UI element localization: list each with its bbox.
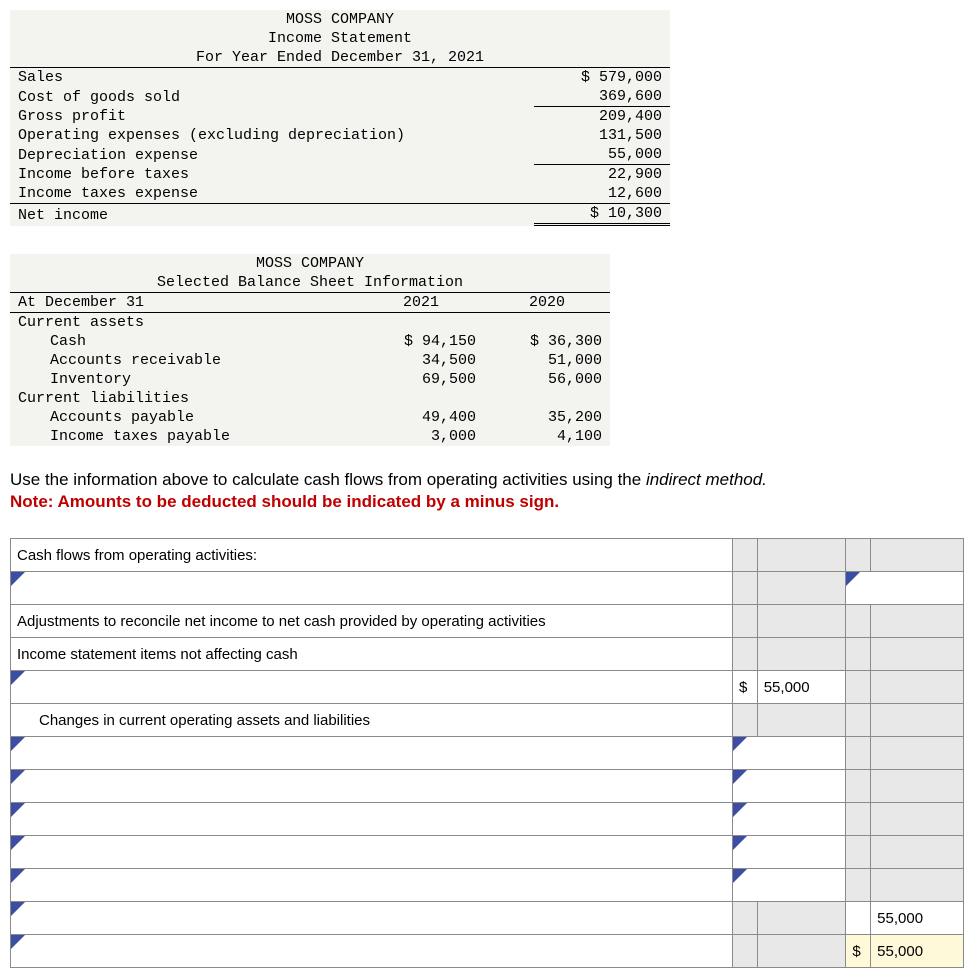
is-ni-val: $ 10,300 — [534, 204, 670, 225]
worksheet-table: Cash flows from operating activities: Ad… — [10, 538, 964, 968]
is-sales-label: Sales — [10, 68, 534, 88]
bs-ar-21: 34,500 — [358, 351, 484, 370]
is-ni-label: Net income — [10, 204, 534, 225]
is-cogs-label: Cost of goods sold — [10, 87, 534, 107]
ws-r1-c4 — [846, 539, 871, 572]
bs-inv-21: 69,500 — [358, 370, 484, 389]
ws-r10-desc-select[interactable] — [11, 836, 733, 869]
ws-r9-desc-select[interactable] — [11, 803, 733, 836]
bs-col-date: At December 31 — [10, 293, 358, 313]
is-ibt-val: 22,900 — [534, 165, 670, 185]
ws-r7-desc-select[interactable] — [11, 737, 733, 770]
bs-cash-21: $ 94,150 — [358, 332, 484, 351]
ws-r8-desc-select[interactable] — [11, 770, 733, 803]
ws-r11-desc-select[interactable] — [11, 869, 733, 902]
bs-itp-20: 4,100 — [484, 427, 610, 446]
income-statement-table: MOSS COMPANY Income Statement For Year E… — [10, 10, 670, 226]
is-sales-val: $ 579,000 — [534, 68, 670, 88]
ws-r12-sym — [846, 902, 871, 935]
ws-r5-val[interactable]: 55,000 — [757, 671, 846, 704]
ws-r1-c3 — [757, 539, 846, 572]
is-itx-label: Income taxes expense — [10, 184, 534, 204]
is-dep-val: 55,000 — [534, 145, 670, 165]
ws-r7-amt-select[interactable] — [732, 737, 845, 770]
ws-changes-label: Changes in current operating assets and … — [11, 704, 733, 737]
ws-r2-amt-select[interactable] — [846, 572, 964, 605]
bs-inv-label: Inventory — [10, 370, 358, 389]
ws-r5-sym: $ — [732, 671, 757, 704]
ws-r1-c5 — [871, 539, 964, 572]
bs-ap-21: 49,400 — [358, 408, 484, 427]
bs-itp-label: Income taxes payable — [10, 427, 358, 446]
instruction-part-a: Use the information above to calculate c… — [10, 470, 646, 489]
ws-r13-val: 55,000 — [871, 935, 964, 968]
is-title: Income Statement — [10, 29, 670, 48]
is-opex-val: 131,500 — [534, 126, 670, 145]
is-opex-label: Operating expenses (excluding depreciati… — [10, 126, 534, 145]
is-gp-val: 209,400 — [534, 107, 670, 127]
ws-r9-amt-select[interactable] — [732, 803, 845, 836]
bs-title: Selected Balance Sheet Information — [10, 273, 610, 293]
ws-r2-c2 — [732, 572, 757, 605]
ws-r12-desc-select[interactable] — [11, 902, 733, 935]
ws-r2-desc-select[interactable] — [11, 572, 733, 605]
is-dep-label: Depreciation expense — [10, 145, 534, 165]
ws-noncash-label: Income statement items not affecting cas… — [11, 638, 733, 671]
ws-r11-amt-select[interactable] — [732, 869, 845, 902]
instruction-part-b: indirect method. — [646, 470, 767, 489]
bs-ap-20: 35,200 — [484, 408, 610, 427]
ws-adjustments-label: Adjustments to reconcile net income to n… — [11, 605, 733, 638]
bs-cash-20: $ 36,300 — [484, 332, 610, 351]
is-company: MOSS COMPANY — [10, 10, 670, 29]
bs-company: MOSS COMPANY — [10, 254, 610, 273]
bs-cash-label: Cash — [10, 332, 358, 351]
bs-itp-21: 3,000 — [358, 427, 484, 446]
is-gp-label: Gross profit — [10, 107, 534, 127]
ws-r2-c3 — [757, 572, 846, 605]
bs-ar-20: 51,000 — [484, 351, 610, 370]
is-period: For Year Ended December 31, 2021 — [10, 48, 670, 68]
instruction-warning: Note: Amounts to be deducted should be i… — [10, 492, 964, 512]
bs-inv-20: 56,000 — [484, 370, 610, 389]
ws-r5-desc-select[interactable] — [11, 671, 733, 704]
ws-r13-desc-select[interactable] — [11, 935, 733, 968]
is-cogs-val: 369,600 — [534, 87, 670, 107]
instruction-text: Use the information above to calculate c… — [10, 470, 964, 490]
bs-col-2020: 2020 — [484, 293, 610, 313]
ws-r12-val: 55,000 — [871, 902, 964, 935]
ws-r1-c2 — [732, 539, 757, 572]
ws-r13-sym: $ — [846, 935, 871, 968]
bs-sec-cl: Current liabilities — [10, 389, 358, 408]
bs-ar-label: Accounts receivable — [10, 351, 358, 370]
bs-sec-ca: Current assets — [10, 313, 358, 333]
is-itx-val: 12,600 — [534, 184, 670, 204]
ws-heading: Cash flows from operating activities: — [11, 539, 733, 572]
bs-col-2021: 2021 — [358, 293, 484, 313]
bs-ap-label: Accounts payable — [10, 408, 358, 427]
ws-r10-amt-select[interactable] — [732, 836, 845, 869]
balance-sheet-table: MOSS COMPANY Selected Balance Sheet Info… — [10, 254, 610, 446]
is-ibt-label: Income before taxes — [10, 165, 534, 185]
ws-r8-amt-select[interactable] — [732, 770, 845, 803]
